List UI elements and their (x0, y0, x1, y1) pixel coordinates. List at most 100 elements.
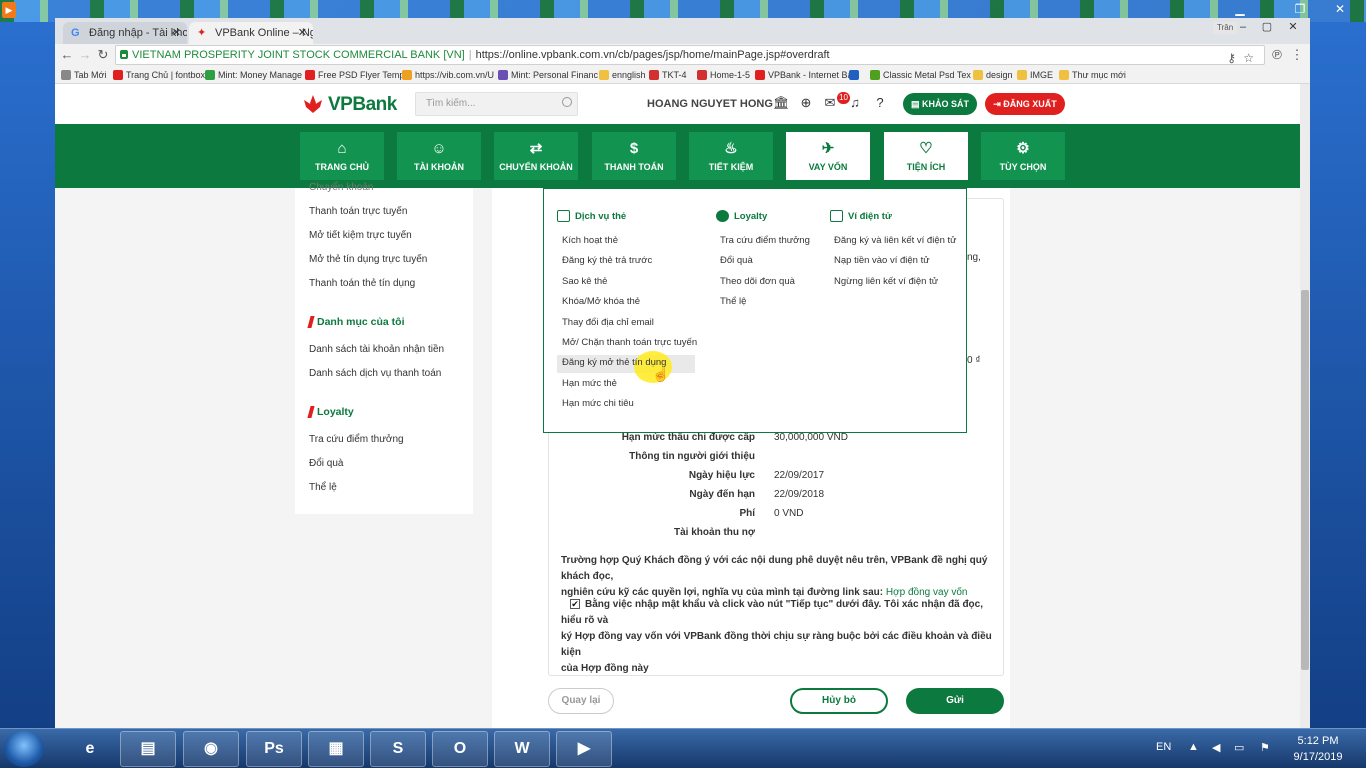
sidebar-item-pay-credit-card[interactable]: Thanh toán thẻ tín dụng (309, 278, 415, 289)
menu-item-online-payment-toggle[interactable]: Mở/ Chặn thanh toán trực tuyến (562, 337, 697, 348)
bookmark-item[interactable] (849, 68, 862, 82)
nav-utilities[interactable]: ♡ TIỆN ÍCH (884, 132, 968, 180)
reload-icon[interactable]: ↻ (95, 47, 111, 63)
skype-icon[interactable]: S (370, 731, 426, 767)
sidebar-item-rules[interactable]: Thể lệ (309, 482, 337, 493)
maximize-button[interactable]: ▢ (1255, 18, 1279, 36)
outer-close-button[interactable]: ✕ (1322, 0, 1358, 18)
mail-icon[interactable]: ✉ (822, 95, 838, 111)
menu-item-register-prepaid[interactable]: Đăng ký thẻ trả trước (562, 255, 652, 266)
bookmark-item[interactable]: Classic Metal Psd Tex (870, 68, 971, 82)
close-tab-icon[interactable]: ✕ (172, 22, 181, 44)
help-icon[interactable]: ? (872, 95, 888, 111)
bookmark-item[interactable]: https://vib.com.vn/U (402, 68, 494, 82)
outer-restore-button[interactable]: ❐ (1282, 0, 1318, 18)
limit-label: Hạn mức thấu chi được cấp (621, 432, 755, 443)
sidebar-item-redeem[interactable]: Đổi quà (309, 458, 343, 469)
nav-account[interactable]: ☺ TÀI KHOẢN (397, 132, 481, 180)
recorder-app-icon[interactable]: ▶ (2, 2, 16, 18)
menu-dots-icon[interactable]: ⋮ (1289, 47, 1305, 63)
scrollbar-thumb[interactable] (1301, 290, 1309, 670)
file-explorer-icon[interactable]: ▤ (120, 731, 176, 767)
language-indicator[interactable]: EN (1156, 741, 1171, 753)
media-player-icon[interactable]: ▶ (556, 731, 612, 767)
back-arrow-icon[interactable]: ← (59, 47, 75, 63)
nav-transfer[interactable]: ⇄ CHUYỂN KHOẢN (494, 132, 578, 180)
bookmark-item[interactable]: Thư mục mới (1059, 68, 1126, 82)
menu-item-track-gifts[interactable]: Theo dõi đơn quà (720, 276, 795, 287)
tab-vpbank[interactable]: ✦ VPBank Online – Ngân h ✕ (189, 22, 313, 44)
show-hidden-icons[interactable]: ▲ (1188, 741, 1199, 753)
nav-home[interactable]: ⌂ TRANG CHỦ (300, 132, 384, 180)
star-icon[interactable]: ☆ (1243, 49, 1254, 67)
photoshop-icon[interactable]: Ps (246, 731, 302, 767)
menu-item-redeem[interactable]: Đổi quà (720, 255, 753, 266)
sidebar-item-open-savings[interactable]: Mở tiết kiệm trực tuyến (309, 230, 412, 241)
clock-time[interactable]: 5:12 PM (1290, 735, 1346, 747)
globe-icon[interactable]: ⊕ (798, 95, 814, 111)
bell-icon[interactable]: ♫ (847, 95, 863, 111)
bookmark-item[interactable]: design (973, 68, 1013, 82)
bookmark-item[interactable]: Trang Chủ | fontbox (113, 68, 205, 82)
send-button[interactable]: Gửi (906, 688, 1004, 714)
menu-item-unlink-wallet[interactable]: Ngừng liên kết ví điện tử (834, 276, 938, 287)
logout-button[interactable]: ⇥ ĐĂNG XUẤT (985, 93, 1065, 115)
close-window-button[interactable]: ✕ (1281, 18, 1305, 36)
menu-item-card-statement[interactable]: Sao kê thẻ (562, 276, 607, 287)
menu-item-spending-limit[interactable]: Hạn mức chi tiêu (562, 398, 634, 409)
outer-minimize-button[interactable]: ▁ (1222, 0, 1258, 18)
nav-payment[interactable]: $ THANH TOÁN (592, 132, 676, 180)
sidebar-item-payee-list[interactable]: Danh sách tài khoản nhận tiền (309, 344, 444, 355)
start-button[interactable] (4, 731, 44, 767)
bookmark-item[interactable]: Free PSD Flyer Templ (305, 68, 406, 82)
menu-item-lock-card[interactable]: Khóa/Mở khóa thẻ (562, 296, 640, 307)
bookmark-item[interactable]: Home-1-5 (697, 68, 750, 82)
sidebar-item-biller-list[interactable]: Danh sách dịch vụ thanh toán (309, 368, 441, 379)
volume-icon[interactable]: ◀ (1212, 741, 1220, 754)
nav-savings[interactable]: ♨ TIẾT KIỆM (689, 132, 773, 180)
menu-item-change-email[interactable]: Thay đổi địa chỉ email (562, 317, 654, 328)
outlook-icon[interactable]: O (432, 731, 488, 767)
tab-google-login[interactable]: G Đăng nhập - Tài khoản G ✕ (63, 22, 187, 44)
bookmark-item[interactable]: Mint: Personal Financ (498, 68, 598, 82)
sidebar-item-open-credit-card[interactable]: Mở thẻ tín dụng trực tuyến (309, 254, 427, 265)
sidebar-item-transfer[interactable]: Chuyển khoản (309, 182, 374, 193)
internet-explorer-icon[interactable]: e (62, 731, 118, 767)
close-tab-icon[interactable]: ✕ (298, 22, 307, 44)
key-icon[interactable]: ⚷ (1227, 49, 1236, 67)
bookmark-item[interactable]: IMGE (1017, 68, 1053, 82)
flag-icon[interactable]: ⚑ (1260, 741, 1270, 754)
menu-item-link-wallet[interactable]: Đăng ký và liên kết ví điện tử (834, 235, 957, 246)
address-bar[interactable]: VIETNAM PROSPERITY JOINT STOCK COMMERCIA… (115, 45, 1265, 65)
nav-options[interactable]: ⚙ TÙY CHỌN (981, 132, 1065, 180)
sidebar-item-points[interactable]: Tra cứu điểm thưởng (309, 434, 404, 445)
clock-date[interactable]: 9/17/2019 (1286, 751, 1350, 763)
bookmark-item[interactable]: Tab Mới (61, 68, 106, 82)
bank-icon[interactable]: 🏛︎ (773, 95, 790, 111)
menu-item-activate-card[interactable]: Kích hoạt thẻ (562, 235, 618, 246)
bookmark-item[interactable]: ennglish (599, 68, 646, 82)
bookmark-icon (849, 70, 859, 80)
bookmark-item[interactable]: TKT-4 (649, 68, 687, 82)
search-icon[interactable] (562, 97, 572, 107)
pinterest-extension-icon[interactable]: ℗ (1269, 47, 1285, 63)
menu-item-rules[interactable]: Thể lệ (720, 296, 746, 307)
cancel-button[interactable]: Hủy bỏ (790, 688, 888, 714)
forward-arrow-icon[interactable]: → (77, 47, 93, 63)
sidebar-item-online-payment[interactable]: Thanh toán trực tuyến (309, 206, 407, 217)
bookmark-item[interactable]: Mint: Money Manage (205, 68, 302, 82)
network-icon[interactable]: ▭ (1234, 741, 1244, 754)
menu-item-points[interactable]: Tra cứu điểm thưởng (720, 235, 810, 246)
minimize-button[interactable]: – (1231, 18, 1255, 36)
chrome-icon[interactable]: ◉ (183, 731, 239, 767)
word-icon[interactable]: W (494, 731, 550, 767)
menu-item-register-credit-card[interactable]: Đăng ký mở thẻ tín dụng (562, 357, 666, 368)
menu-item-topup-wallet[interactable]: Nạp tiền vào ví điện tử (834, 255, 930, 266)
calculator-icon[interactable]: ▦ (308, 731, 364, 767)
bookmark-item[interactable]: VPBank - Internet Ba (755, 68, 853, 82)
back-button[interactable]: Quay lại (548, 688, 614, 714)
search-input[interactable]: Tìm kiếm... (415, 92, 578, 116)
nav-loan[interactable]: ✈ VAY VỐN (786, 132, 870, 180)
menu-item-card-limit[interactable]: Hạn mức thẻ (562, 378, 617, 389)
survey-button[interactable]: ▤ KHẢO SÁT (903, 93, 977, 115)
